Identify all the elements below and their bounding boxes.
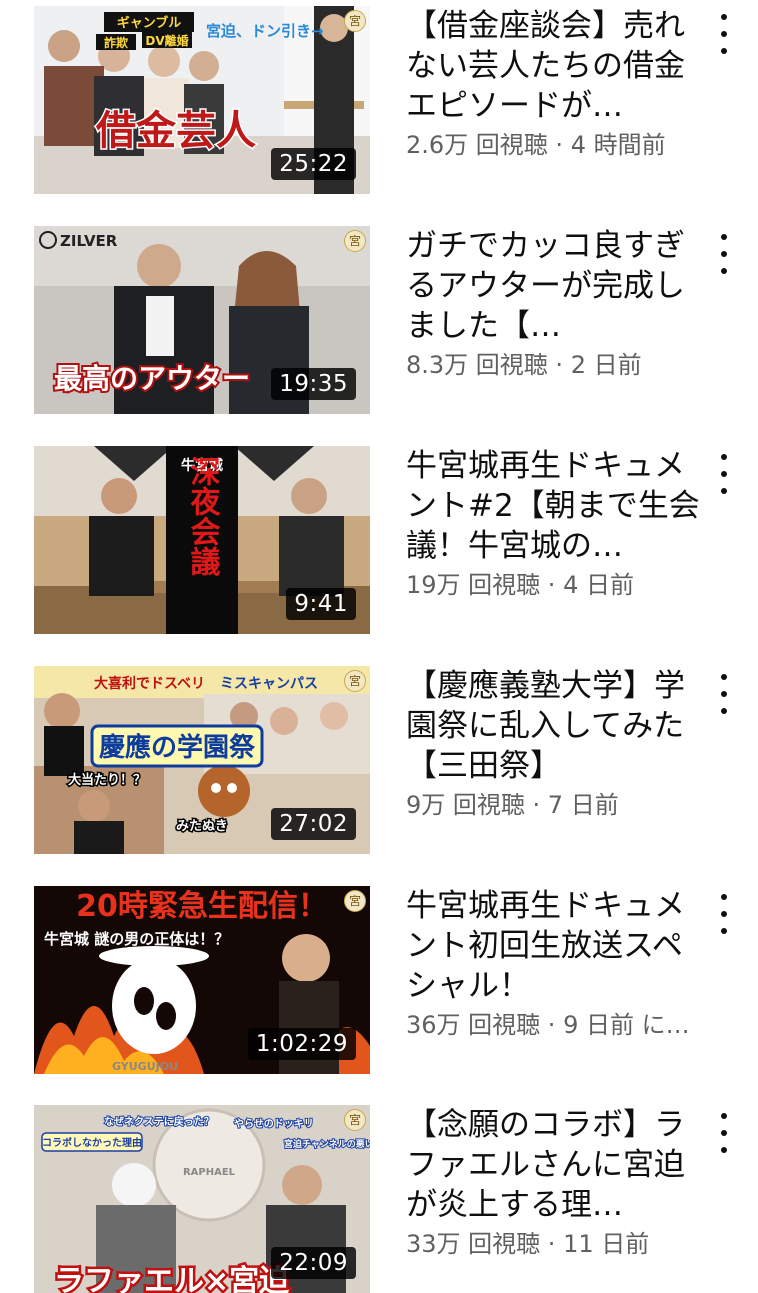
meta-separator: · xyxy=(547,131,571,159)
video-duration: 19:35 xyxy=(271,368,356,400)
video-meta: 33万 回視聴 · 11 日前 xyxy=(406,1225,718,1263)
svg-text:宮迫チャンネルの悪い所: 宮迫チャンネルの悪い所 xyxy=(284,1138,370,1150)
video-item[interactable]: 20時緊急生配信！ 牛宮城 謎の男の正体は！？ GYUGUJOU 宮 1:02:… xyxy=(0,886,758,1074)
svg-text:なぜネクステに戻った？: なぜネクステに戻った？ xyxy=(104,1115,214,1128)
video-duration: 27:02 xyxy=(271,808,356,840)
svg-text:RAPHAEL: RAPHAEL xyxy=(183,1167,236,1178)
upload-age: 4 日前 xyxy=(563,571,634,599)
video-duration: 9:41 xyxy=(286,588,356,620)
meta-separator: · xyxy=(524,791,548,819)
video-meta: 8.3万 回視聴 · 2 日前 xyxy=(406,346,718,384)
video-thumbnail[interactable]: ギャンブル 詐欺 DV離婚 宮迫、ドン引き→ 借金芸人 宮 25:22 xyxy=(34,6,370,194)
view-count: 2.6万 回視聴 xyxy=(406,131,548,159)
svg-text:コラボしなかった理由: コラボしなかった理由 xyxy=(42,1136,142,1149)
svg-text:宮迫、ドン引き→: 宮迫、ドン引き→ xyxy=(206,22,324,40)
video-info[interactable]: 【念願のコラボ】ラファエルさんに宮迫が炎上する理… 33万 回視聴 · 11 日… xyxy=(406,1105,706,1263)
video-thumbnail[interactable]: ZILVER 最高のアウター 宮 19:35 xyxy=(34,226,370,414)
video-title[interactable]: ガチでカッコ良すぎるアウターが完成しました【… xyxy=(406,226,706,346)
meta-separator: · xyxy=(547,351,571,379)
video-item[interactable]: 大喜利でドスベリ ミスキャンパス 慶應の学園祭 大当たり！？ みたぬき 宮 27… xyxy=(0,666,758,854)
channel-badge: 宮 xyxy=(344,670,366,692)
video-feed: ギャンブル 詐欺 DV離婚 宮迫、ドン引き→ 借金芸人 宮 25:22 【借金座… xyxy=(0,0,758,1293)
svg-text:大当たり！？: 大当たり！？ xyxy=(68,772,146,788)
svg-text:GYUGUJOU: GYUGUJOU xyxy=(112,1060,178,1073)
video-thumbnail[interactable]: 牛宮城 深夜会議 9:41 xyxy=(34,446,370,634)
upload-age: 4 時間前 xyxy=(570,131,666,159)
video-info[interactable]: 【慶應義塾大学】学園祭に乱入してみた【三田祭】 9万 回視聴 · 7 日前 xyxy=(406,666,706,824)
more-vertical-icon[interactable] xyxy=(710,672,738,716)
channel-badge: 宮 xyxy=(344,10,366,32)
video-item[interactable]: コラボしなかった理由 なぜネクステに戻った？ やらせのドッキリ 宮迫チャンネルの… xyxy=(0,1105,758,1293)
video-thumbnail[interactable]: 大喜利でドスベリ ミスキャンパス 慶應の学園祭 大当たり！？ みたぬき 宮 27… xyxy=(34,666,370,854)
svg-text:最高のアウター: 最高のアウター xyxy=(54,362,250,395)
video-item[interactable]: 牛宮城 深夜会議 9:41 牛宮城再生ドキュメント#2【朝まで生会議！牛宮城の…… xyxy=(0,446,758,634)
video-info[interactable]: 【借金座談会】売れない芸人たちの借金エピソードが… 2.6万 回視聴 · 4 時… xyxy=(406,6,706,164)
video-item[interactable]: ギャンブル 詐欺 DV離婚 宮迫、ドン引き→ 借金芸人 宮 25:22 【借金座… xyxy=(0,6,758,194)
video-meta: 9万 回視聴 · 7 日前 xyxy=(406,786,718,824)
svg-text:大喜利でドスベリ: 大喜利でドスベリ xyxy=(94,675,205,692)
more-vertical-icon[interactable] xyxy=(710,232,738,276)
upload-age: 9 日前 に… xyxy=(563,1011,690,1039)
video-duration: 1:02:29 xyxy=(247,1028,356,1060)
video-meta: 36万 回視聴 · 9 日前 に… xyxy=(406,1006,718,1044)
svg-text:みたぬき: みたぬき xyxy=(176,819,228,834)
video-title[interactable]: 牛宮城再生ドキュメント#2【朝まで生会議！牛宮城の… xyxy=(406,446,706,566)
meta-separator: · xyxy=(540,1230,564,1258)
meta-separator: · xyxy=(540,571,564,599)
view-count: 8.3万 回視聴 xyxy=(406,351,548,379)
video-title[interactable]: 牛宮城再生ドキュメント初回生放送スペシャル！ xyxy=(406,886,706,1006)
svg-text:20時緊急生配信！: 20時緊急生配信！ xyxy=(76,889,328,924)
video-title[interactable]: 【念願のコラボ】ラファエルさんに宮迫が炎上する理… xyxy=(406,1105,706,1225)
svg-text:DV離婚: DV離婚 xyxy=(145,33,188,48)
upload-age: 11 日前 xyxy=(563,1230,650,1258)
svg-text:ZILVER: ZILVER xyxy=(60,232,118,250)
video-title[interactable]: 【借金座談会】売れない芸人たちの借金エピソードが… xyxy=(406,6,706,126)
view-count: 9万 回視聴 xyxy=(406,791,525,819)
more-vertical-icon[interactable] xyxy=(710,452,738,496)
channel-badge: 宮 xyxy=(344,890,366,912)
view-count: 19万 回視聴 xyxy=(406,571,541,599)
svg-text:借金芸人: 借金芸人 xyxy=(95,108,256,154)
upload-age: 2 日前 xyxy=(570,351,642,379)
video-item[interactable]: ZILVER 最高のアウター 宮 19:35 ガチでカッコ良すぎるアウターが完成… xyxy=(0,226,758,414)
more-vertical-icon[interactable] xyxy=(710,892,738,936)
svg-text:やらせのドッキリ: やらせのドッキリ xyxy=(234,1118,314,1130)
video-duration: 25:22 xyxy=(271,148,356,180)
video-thumbnail[interactable]: 20時緊急生配信！ 牛宮城 謎の男の正体は！？ GYUGUJOU 宮 1:02:… xyxy=(34,886,370,1074)
video-duration: 22:09 xyxy=(271,1247,356,1279)
more-vertical-icon[interactable] xyxy=(710,12,738,56)
svg-text:詐欺: 詐欺 xyxy=(104,35,128,50)
view-count: 36万 回視聴 xyxy=(406,1011,541,1039)
video-title[interactable]: 【慶應義塾大学】学園祭に乱入してみた【三田祭】 xyxy=(406,666,706,786)
video-thumbnail[interactable]: コラボしなかった理由 なぜネクステに戻った？ やらせのドッキリ 宮迫チャンネルの… xyxy=(34,1105,370,1293)
svg-text:ミスキャンパス: ミスキャンパス xyxy=(220,676,318,692)
upload-age: 7 日前 xyxy=(547,791,619,819)
svg-text:慶應の学園祭: 慶應の学園祭 xyxy=(99,732,256,763)
channel-badge: 宮 xyxy=(344,230,366,252)
video-info[interactable]: ガチでカッコ良すぎるアウターが完成しました【… 8.3万 回視聴 · 2 日前 xyxy=(406,226,706,384)
svg-text:深夜会議: 深夜会議 xyxy=(185,456,222,577)
video-info[interactable]: 牛宮城再生ドキュメント#2【朝まで生会議！牛宮城の… 19万 回視聴 · 4 日… xyxy=(406,446,706,604)
video-info[interactable]: 牛宮城再生ドキュメント初回生放送スペシャル！ 36万 回視聴 · 9 日前 に… xyxy=(406,886,706,1044)
video-meta: 19万 回視聴 · 4 日前 xyxy=(406,566,718,604)
thumb-label: ギャンブル xyxy=(117,15,182,31)
view-count: 33万 回視聴 xyxy=(406,1230,541,1258)
svg-text:ラファエル×宮迫: ラファエル×宮迫 xyxy=(54,1264,290,1293)
svg-text:牛宮城 謎の男の正体は！？: 牛宮城 謎の男の正体は！？ xyxy=(44,930,229,948)
more-vertical-icon[interactable] xyxy=(710,1111,738,1155)
video-meta: 2.6万 回視聴 · 4 時間前 xyxy=(406,126,718,164)
meta-separator: · xyxy=(540,1011,564,1039)
channel-badge: 宮 xyxy=(344,1109,366,1131)
